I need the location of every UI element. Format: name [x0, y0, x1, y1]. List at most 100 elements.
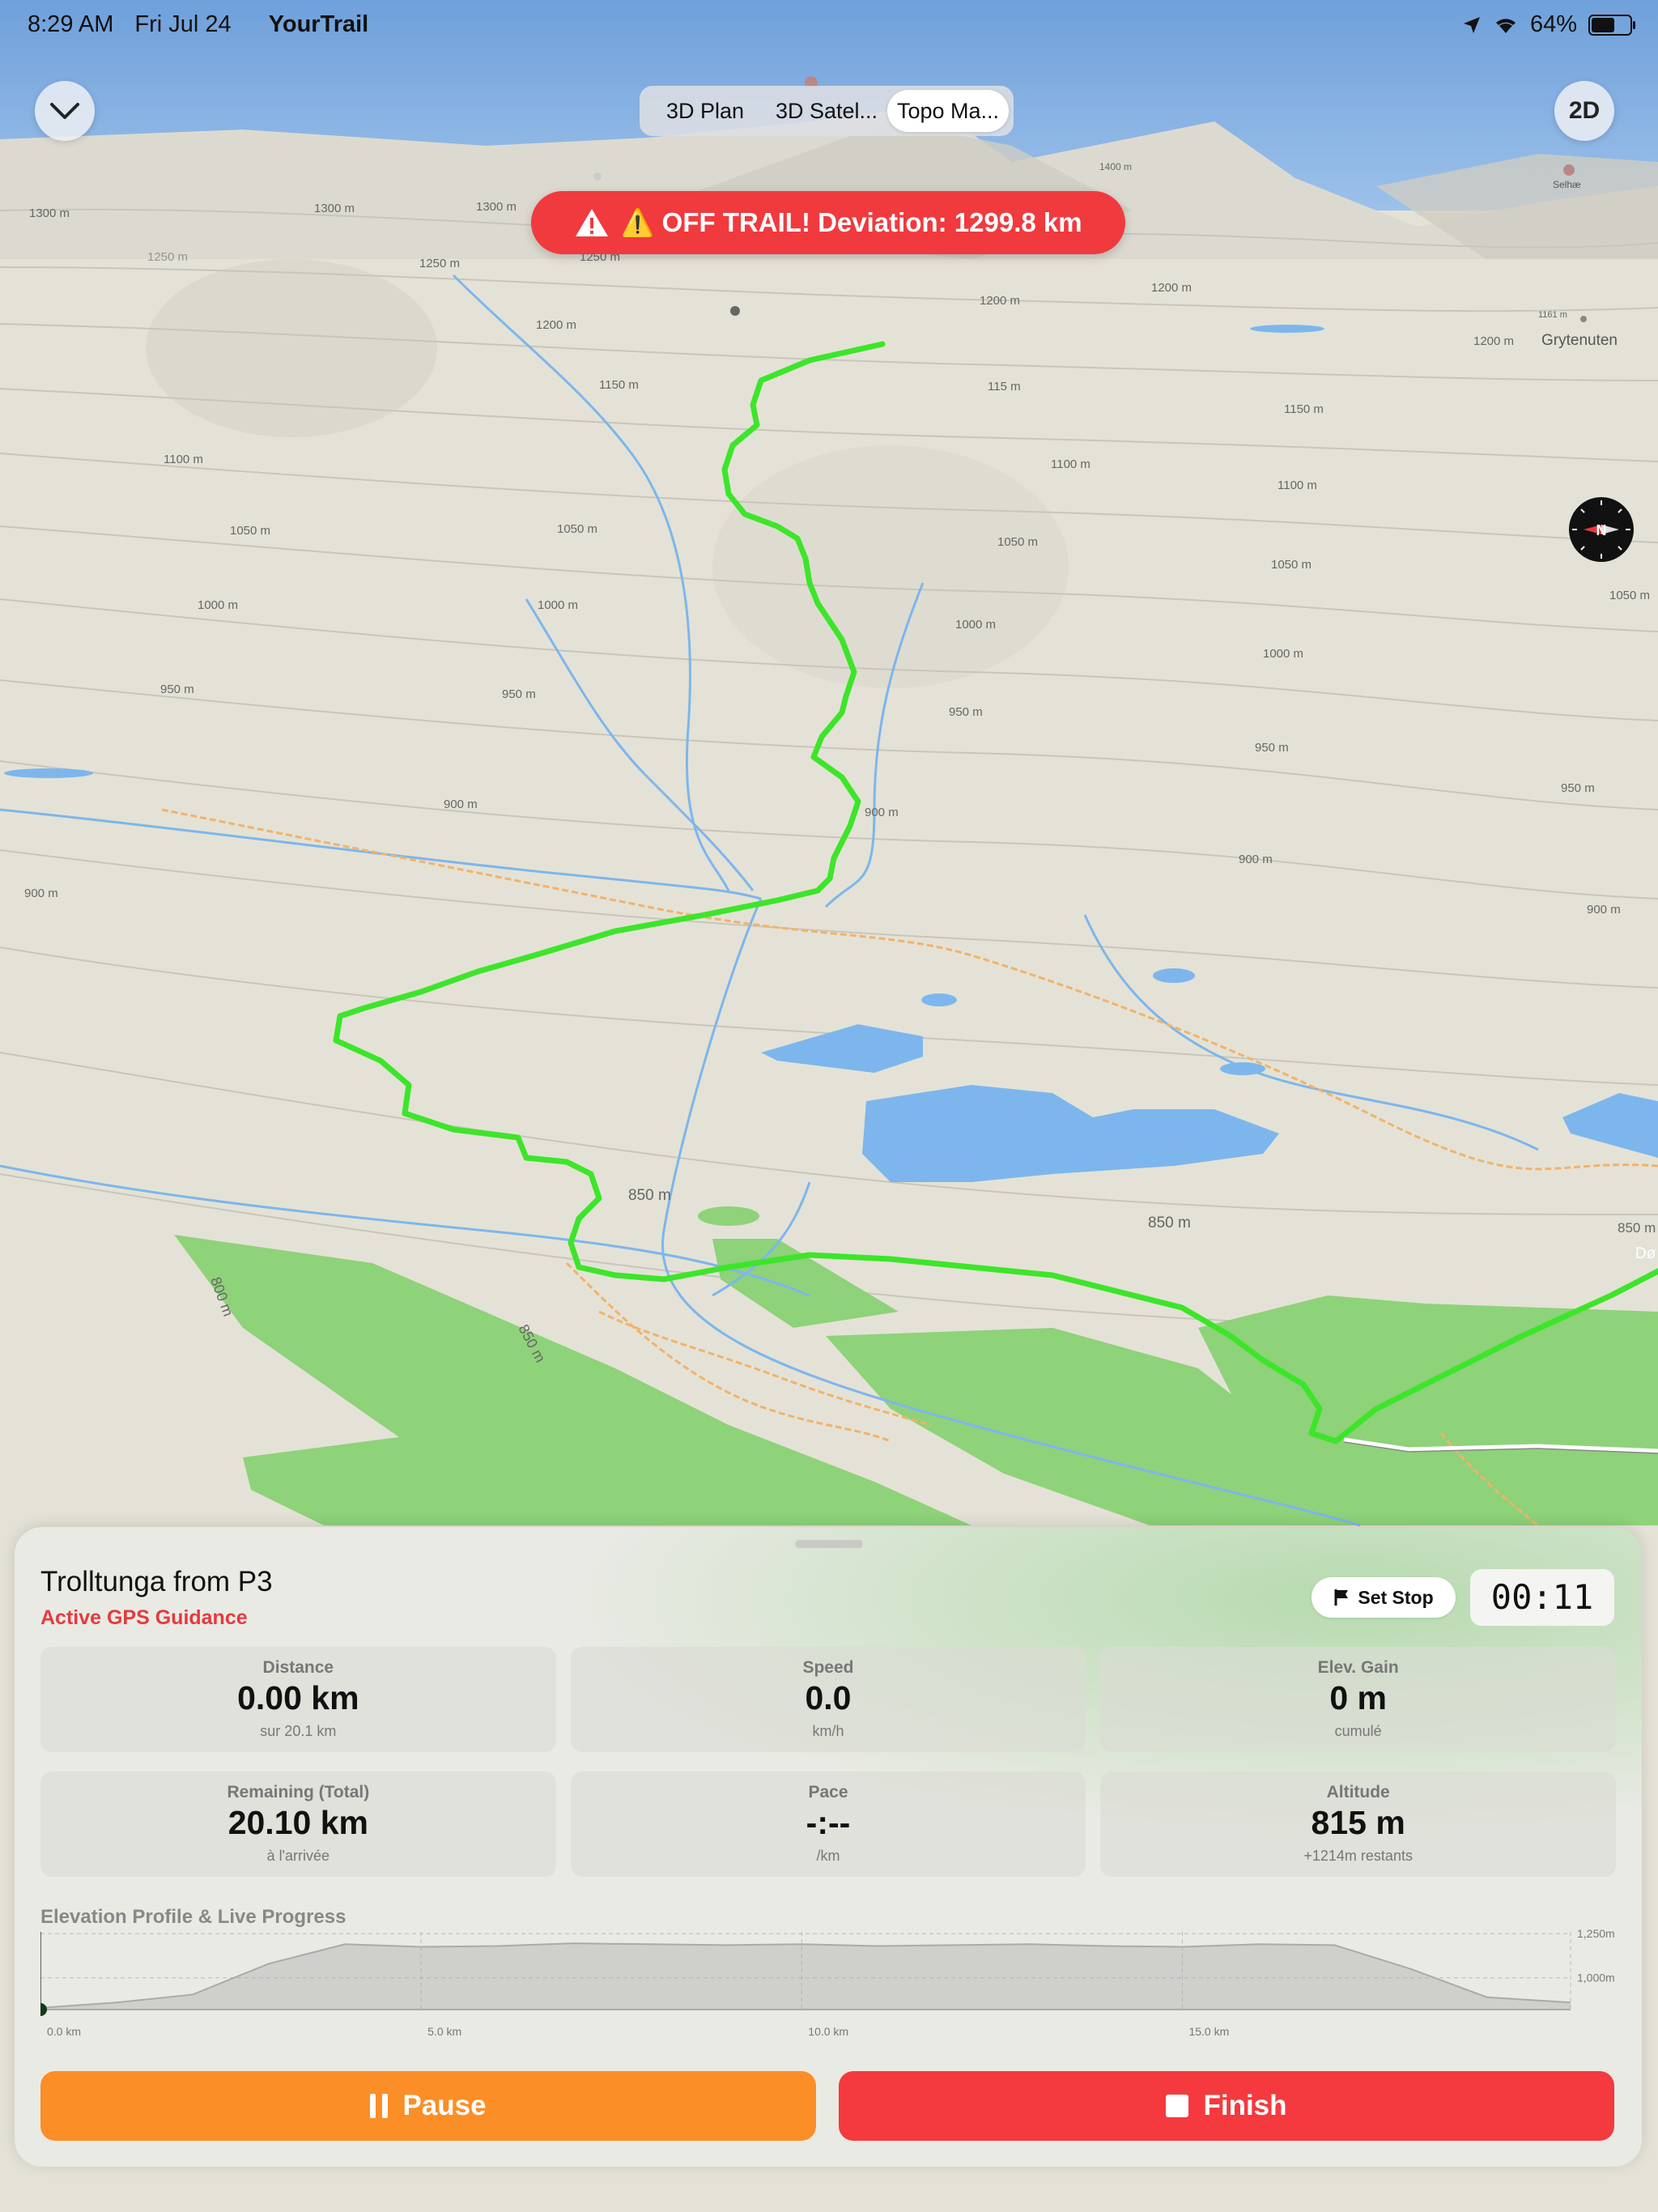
stat-card-distance: Distance 0.00 km sur 20.1 km [40, 1647, 556, 1752]
svg-text:1050 m: 1050 m [230, 524, 270, 538]
stat-label: Distance [262, 1658, 334, 1677]
svg-text:1000 m: 1000 m [198, 598, 238, 612]
collapse-button[interactable] [35, 81, 95, 141]
stat-card-altitude: Altitude 815 m +1214m restants [1100, 1772, 1616, 1877]
wifi-icon [1495, 18, 1516, 33]
stat-card-speed: Speed 0.0 km/h [570, 1647, 1086, 1752]
svg-text:1150 m: 1150 m [1284, 402, 1324, 416]
svg-text:1200 m: 1200 m [1151, 281, 1192, 295]
toggle-2d-button[interactable]: 2D [1554, 81, 1614, 141]
stat-sub: cumulé [1334, 1723, 1382, 1739]
svg-text:1200 m: 1200 m [980, 294, 1020, 308]
svg-text:1300 m: 1300 m [476, 200, 517, 214]
svg-text:900 m: 900 m [1239, 853, 1273, 866]
svg-text:1050 m: 1050 m [1609, 589, 1650, 602]
segment-3d-plan[interactable]: 3D Plan [644, 90, 766, 132]
compass-icon[interactable]: N [1569, 497, 1634, 562]
svg-text:900 m: 900 m [24, 887, 58, 900]
svg-text:850 m: 850 m [1618, 1220, 1656, 1236]
stat-card-pace: Pace -:-- /km [570, 1772, 1086, 1877]
svg-text:1200 m: 1200 m [536, 318, 576, 332]
off-trail-alert: ⚠️ OFF TRAIL! Deviation: 1299.8 km [531, 191, 1125, 254]
svg-text:850 m: 850 m [628, 1187, 671, 1204]
segment-3d-satellite[interactable]: 3D Satel... [766, 90, 887, 132]
svg-text:1250 m: 1250 m [147, 250, 188, 264]
y-tick-label: 1,250m [1577, 1929, 1615, 1940]
x-tick-label: 0.0 km [47, 2025, 81, 2038]
app-name: YourTrail [268, 11, 369, 37]
pause-label: Pause [402, 2090, 487, 2121]
svg-text:1000 m: 1000 m [538, 598, 578, 612]
svg-text:1400 m: 1400 m [1099, 161, 1132, 172]
elevation-area [40, 1943, 1571, 2010]
svg-text:1161 m: 1161 m [1538, 310, 1567, 320]
battery-icon [1588, 14, 1635, 36]
guidance-panel: Trolltunga from P3 Active GPS Guidance S… [15, 1527, 1642, 2167]
svg-text:950 m: 950 m [1255, 741, 1289, 755]
stop-icon [1166, 2095, 1189, 2117]
svg-text:950 m: 950 m [949, 705, 983, 719]
stat-value: 0 m [1329, 1679, 1387, 1716]
svg-text:950 m: 950 m [160, 683, 194, 696]
svg-text:1150 m: 1150 m [599, 378, 639, 392]
elapsed-timer: 00:11 [1470, 1569, 1614, 1626]
location-arrow-icon [1463, 16, 1480, 33]
stat-value: 0.00 km [237, 1679, 359, 1716]
svg-text:1250 m: 1250 m [419, 257, 460, 270]
elevation-title: Elevation Profile & Live Progress [40, 1906, 346, 1928]
svg-text:1050 m: 1050 m [557, 522, 597, 536]
y-tick-label: 1,000m [1577, 1972, 1615, 1984]
stat-value: 0.0 [805, 1679, 852, 1716]
alert-text: ⚠️ OFF TRAIL! Deviation: 1299.8 km [621, 206, 1082, 237]
svg-text:1000 m: 1000 m [955, 618, 996, 632]
toggle-2d-label: 2D [1568, 97, 1601, 124]
svg-text:1100 m: 1100 m [1051, 457, 1090, 471]
current-position-marker [40, 2003, 47, 2016]
set-stop-button[interactable]: Set Stop [1312, 1577, 1456, 1618]
svg-text:Selhæ: Selhæ [1553, 179, 1581, 190]
stat-label: Speed [802, 1658, 854, 1677]
stat-sub: /km [816, 1848, 840, 1864]
flag-icon [1334, 1589, 1349, 1606]
stats-grid: Distance 0.00 km sur 20.1 km Speed 0.0 k… [40, 1647, 1616, 1877]
svg-text:1300 m: 1300 m [29, 206, 70, 220]
stat-sub: sur 20.1 km [260, 1723, 337, 1739]
svg-text:900 m: 900 m [1587, 903, 1621, 917]
pause-button[interactable]: Pause [40, 2071, 816, 2141]
svg-text:1300 m: 1300 m [314, 202, 355, 215]
guidance-status: Active GPS Guidance [40, 1606, 248, 1629]
x-tick-label: 5.0 km [427, 2025, 461, 2038]
x-tick-label: 10.0 km [808, 2025, 848, 2038]
finish-button[interactable]: Finish [839, 2071, 1614, 2141]
finish-label: Finish [1203, 2090, 1287, 2121]
elevation-profile-chart[interactable]: 1,250m 1,000m 0.0 km 5.0 km 10.0 km 15.0 km [40, 1929, 1627, 2050]
stat-card-elevation-gain: Elev. Gain 0 m cumulé [1100, 1647, 1616, 1752]
stat-label: Remaining (Total) [227, 1783, 370, 1802]
stat-value: 815 m [1311, 1804, 1405, 1841]
stat-value: 20.10 km [227, 1804, 368, 1841]
map-style-segmented-control[interactable]: 3D Plan 3D Satel... Topo Ma... [640, 86, 1014, 136]
stat-label: Pace [808, 1783, 848, 1802]
x-tick-label: 15.0 km [1188, 2025, 1229, 2038]
svg-text:1000 m: 1000 m [1263, 647, 1303, 661]
stat-sub: à l'arrivée [266, 1848, 330, 1864]
svg-text:1200 m: 1200 m [1473, 334, 1514, 348]
segment-topo-map[interactable]: Topo Ma... [887, 90, 1009, 132]
svg-text:1100 m: 1100 m [1278, 479, 1317, 492]
svg-text:950 m: 950 m [502, 687, 536, 701]
svg-text:900 m: 900 m [865, 806, 899, 819]
status-time: 8:29 AM [28, 11, 114, 37]
svg-text:1050 m: 1050 m [1271, 558, 1312, 572]
svg-text:N: N [1596, 522, 1607, 538]
status-bar: 8:29 AM Fri Jul 24 YourTrail 64% [0, 0, 1658, 50]
stat-card-remaining: Remaining (Total) 20.10 km à l'arrivée [40, 1772, 556, 1877]
svg-text:950 m: 950 m [1561, 781, 1595, 795]
stat-sub: km/h [812, 1723, 844, 1739]
svg-text:1100 m: 1100 m [164, 453, 203, 466]
chevron-down-icon [50, 103, 79, 119]
sheet-grabber[interactable] [795, 1540, 863, 1548]
set-stop-label: Set Stop [1358, 1586, 1434, 1608]
stat-label: Elev. Gain [1317, 1658, 1399, 1677]
battery-percent: 64% [1529, 11, 1577, 37]
status-date: Fri Jul 24 [134, 11, 232, 37]
